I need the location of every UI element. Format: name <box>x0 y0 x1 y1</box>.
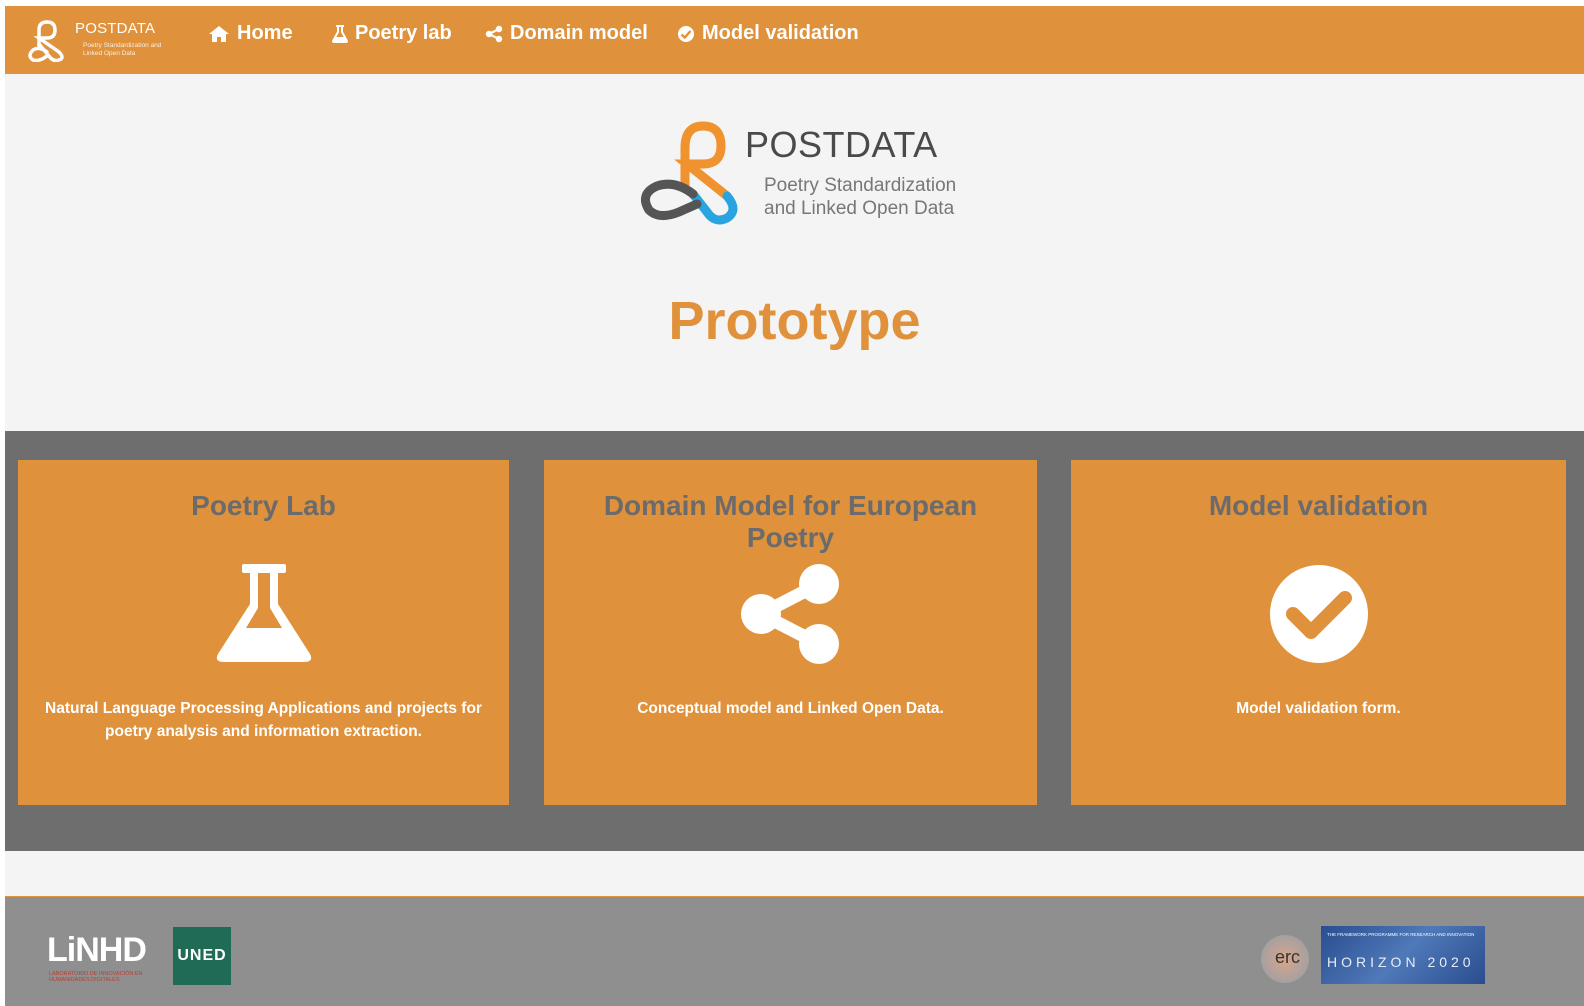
hero-logo-subtitle-line1: Poetry Standardization <box>764 175 957 196</box>
brand-subtitle: Poetry Standardization and Linked Open D… <box>83 42 162 57</box>
nav-poetry-lab-label: Poetry lab <box>355 22 452 44</box>
card-description: Natural Language Processing Applications… <box>45 700 482 740</box>
home-icon <box>209 25 229 42</box>
brand-logo-link[interactable]: POSTDATA Poetry Standardization and Link… <box>25 16 175 64</box>
card-domain-model[interactable]: Domain Model for European Poetry Concept… <box>544 460 1037 805</box>
erc-logo-text: erc <box>1275 947 1301 967</box>
card-model-validation[interactable]: Model validation Model validation form. <box>1071 460 1566 805</box>
brand-title: POSTDATA <box>75 20 156 37</box>
hero-logo-subtitle: Poetry Standardization and Linked Open D… <box>764 174 964 220</box>
check-circle-icon <box>678 25 694 42</box>
uned-logo[interactable]: UNED <box>173 927 231 985</box>
hero-logo-subtitle-line2: and Linked Open Data <box>764 198 955 219</box>
horizon-small-text: THE FRAMEWORK PROGRAMME FOR RESEARCH AND… <box>1327 932 1475 937</box>
nav-model-validation[interactable]: Model validation <box>677 22 859 45</box>
horizon-logo-text: HORIZON 2020 <box>1327 954 1475 970</box>
nav-home-label: Home <box>237 22 293 44</box>
nav-poetry-lab[interactable]: Poetry lab <box>332 22 452 45</box>
hero-logo-title: POSTDATA <box>745 124 938 165</box>
card-description: Model validation form. <box>1236 700 1401 717</box>
card-poetry-lab[interactable]: Poetry Lab Natural Language Processing A… <box>18 460 509 805</box>
nav-domain-model-label: Domain model <box>510 22 648 44</box>
card-title: Domain Model for European Poetry <box>603 490 978 553</box>
check-circle-icon <box>1269 565 1368 663</box>
nav-domain-model[interactable]: Domain model <box>485 22 648 45</box>
footer: LiNHD LABORATORIO DE INNOVACIÓN EN HUMAN… <box>5 897 1584 1006</box>
erc-logo[interactable]: erc <box>1261 935 1309 983</box>
linhd-logo-text: LiNHD <box>47 931 147 969</box>
flask-icon <box>332 24 348 43</box>
card-description: Conceptual model and Linked Open Data. <box>637 700 944 717</box>
linhd-logo-subtitle: LABORATORIO DE INNOVACIÓN EN HUMANIDADES… <box>49 971 143 983</box>
flask-icon <box>216 564 311 662</box>
nav-model-validation-label: Model validation <box>702 22 859 44</box>
linhd-logo[interactable]: LiNHD LABORATORIO DE INNOVACIÓN EN HUMAN… <box>47 925 167 985</box>
hero-logo: POSTDATA Poetry Standardization and Link… <box>635 118 956 228</box>
cards-section: Poetry Lab Natural Language Processing A… <box>5 431 1584 851</box>
top-navbar: POSTDATA Poetry Standardization and Link… <box>5 6 1584 74</box>
card-title: Model validation <box>1208 490 1429 521</box>
page: POSTDATA Poetry Standardization and Link… <box>5 6 1584 1006</box>
card-title: Poetry Lab <box>191 490 336 521</box>
nav-home[interactable]: Home <box>208 22 293 45</box>
horizon-2020-logo[interactable]: THE FRAMEWORK PROGRAMME FOR RESEARCH AND… <box>1321 926 1485 984</box>
postdata-logo-icon <box>640 121 738 225</box>
share-icon <box>485 25 503 42</box>
page-title: Prototype <box>668 291 921 351</box>
postdata-logo-icon <box>28 20 64 62</box>
share-icon <box>740 564 839 664</box>
